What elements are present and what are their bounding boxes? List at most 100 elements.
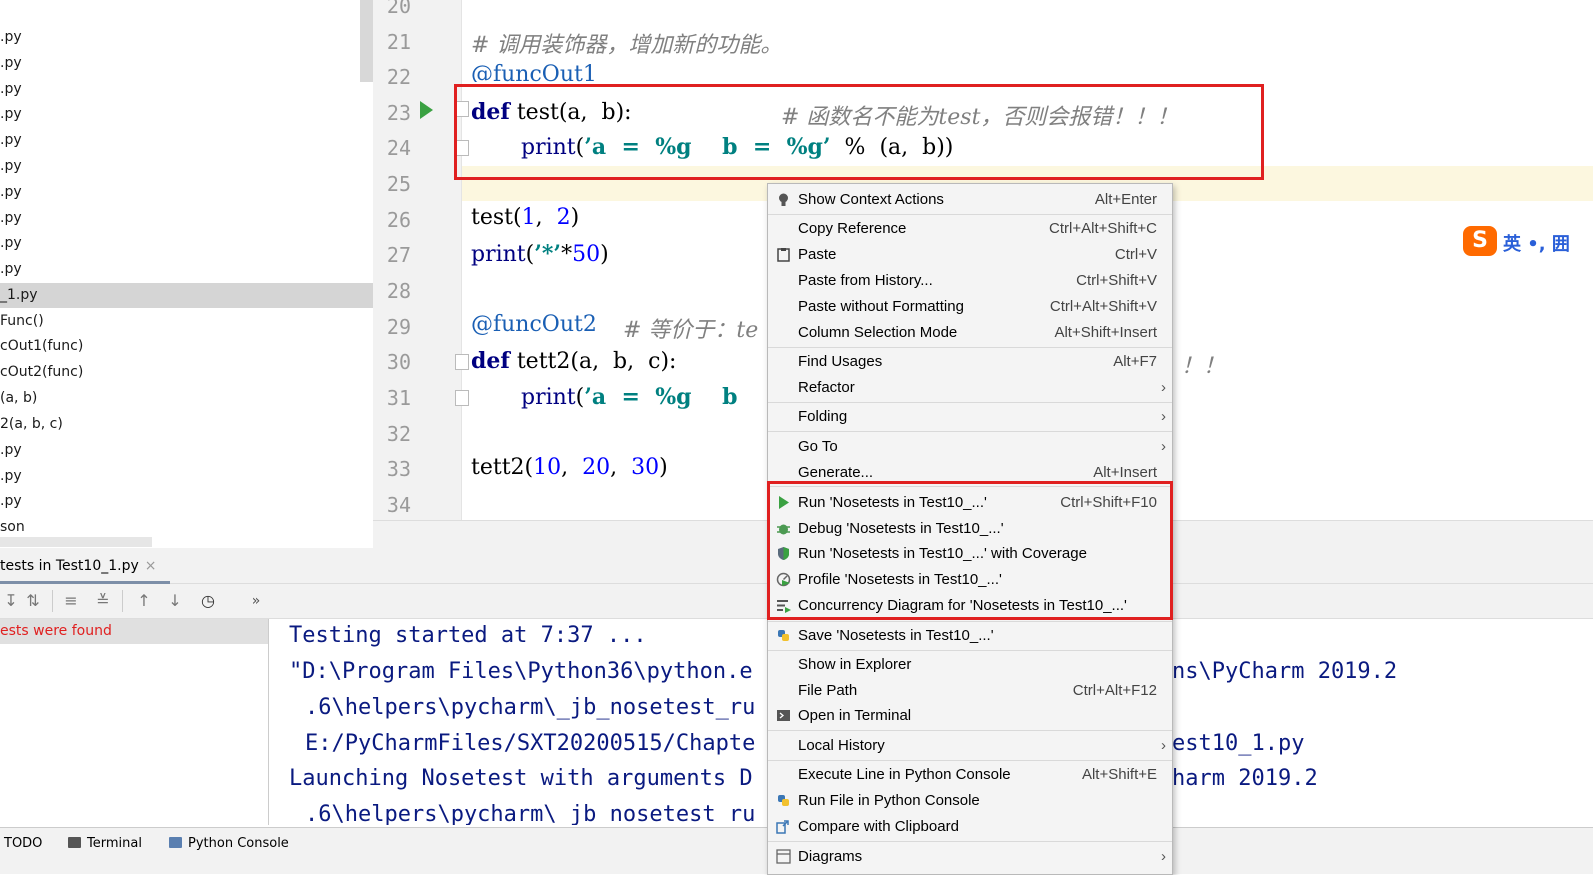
tree-item[interactable]: .py xyxy=(0,51,22,76)
chevron-right-icon: › xyxy=(1161,438,1166,455)
todo-tab[interactable]: TODO xyxy=(4,836,42,851)
tree-item[interactable]: .py xyxy=(0,77,22,102)
previous-failed-icon[interactable]: ↑ xyxy=(133,590,155,612)
sogou-logo-icon: S xyxy=(1463,226,1497,256)
code-line-31: print(’a = %g b xyxy=(521,384,738,410)
chevron-right-icon: › xyxy=(1161,379,1166,396)
project-tree: .py .py .py .py .py .py .py .py .py .py … xyxy=(0,0,373,548)
chevron-right-icon: › xyxy=(1161,737,1166,754)
menu-item-column-selection-mode[interactable]: Column Selection Mode Alt+Shift+Insert xyxy=(768,320,1172,345)
tree-item[interactable]: .py xyxy=(0,206,22,231)
code-line-29: @funcOut2 xyxy=(471,312,597,337)
tree-item[interactable]: .py xyxy=(0,154,22,179)
run-gutter-icon[interactable] xyxy=(420,101,433,119)
diagram-icon xyxy=(776,849,791,864)
highlight-box-code xyxy=(454,84,1264,180)
menu-item-paste-from-history[interactable]: Paste from History... Ctrl+Shift+V xyxy=(768,268,1172,293)
sort-alpha-icon[interactable]: ↧ xyxy=(0,590,22,612)
menu-item-folding[interactable]: Folding › xyxy=(768,404,1172,429)
code-line-33: tett2(10, 20, 30) xyxy=(471,455,668,480)
terminal-icon xyxy=(68,837,81,848)
python-icon xyxy=(778,795,789,806)
line-number: 31 xyxy=(386,386,411,410)
tree-item[interactable]: .py xyxy=(0,25,22,50)
console-line-tail: harm 2019.2 xyxy=(1172,766,1318,791)
menu-item-execute-line-in-console[interactable]: Execute Line in Python Console Alt+Shift+… xyxy=(768,762,1172,787)
test-results-tree: ests were found xyxy=(0,619,269,825)
menu-item-show-context-actions[interactable]: Show Context Actions Alt+Enter xyxy=(768,187,1172,212)
tree-item[interactable]: .py xyxy=(0,180,22,205)
menu-item-compare-with-clipboard[interactable]: Compare with Clipboard xyxy=(768,814,1172,839)
tree-item[interactable]: .py xyxy=(0,464,22,489)
next-failed-icon[interactable]: ↓ xyxy=(164,590,186,612)
menu-item-copy-reference[interactable]: Copy Reference Ctrl+Alt+Shift+C xyxy=(768,216,1172,241)
terminal-tab[interactable]: Terminal xyxy=(68,836,142,851)
line-number: 32 xyxy=(386,422,411,446)
line-number: 28 xyxy=(386,279,411,303)
fold-marker-icon[interactable] xyxy=(455,390,469,406)
code-line-29-comment: # 等价于：te xyxy=(623,318,759,343)
menu-item-file-path[interactable]: File Path Ctrl+Alt+F12 xyxy=(768,678,1172,703)
tree-item[interactable]: 2(a, b, c) xyxy=(0,412,63,437)
tree-item[interactable]: (a, b) xyxy=(0,386,37,411)
menu-item-go-to[interactable]: Go To › xyxy=(768,434,1172,459)
fold-marker-icon[interactable] xyxy=(455,354,469,370)
chevron-right-icon: › xyxy=(1161,408,1166,425)
menu-item-show-in-explorer[interactable]: Show in Explorer xyxy=(768,652,1172,677)
chevron-right-icon: › xyxy=(1161,848,1166,865)
line-number: 29 xyxy=(386,315,411,339)
tree-scrollbar[interactable] xyxy=(360,0,373,82)
line-number: 21 xyxy=(386,30,411,54)
test-status-row[interactable]: ests were found xyxy=(0,619,268,644)
code-line-27: print(’*’*50) xyxy=(471,241,609,267)
menu-item-save-configuration[interactable]: Save 'Nosetests in Test10_...' xyxy=(768,623,1172,648)
console-line: .6\helpers\pycharm\_jb_nosetest_ru xyxy=(305,802,756,825)
line-number: 23 xyxy=(386,101,411,125)
line-number: 34 xyxy=(386,493,411,517)
menu-item-paste[interactable]: Paste Ctrl+V xyxy=(768,242,1172,267)
clipboard-icon xyxy=(777,248,790,262)
tree-item[interactable]: .py xyxy=(0,438,22,463)
expand-all-icon[interactable]: ≡ xyxy=(60,590,82,612)
console-line-tail: est10_1.py xyxy=(1172,731,1305,756)
console-line-tail: ns\PyCharm 2019.2 xyxy=(1172,659,1398,684)
ime-mode-text: 英 •, 囲 xyxy=(1503,234,1570,255)
code-line-26: test(1, 2) xyxy=(471,205,580,230)
menu-item-open-in-terminal[interactable]: Open in Terminal xyxy=(768,703,1172,728)
menu-item-paste-without-formatting[interactable]: Paste without Formatting Ctrl+Alt+Shift+V xyxy=(768,294,1172,319)
tree-item[interactable]: .py xyxy=(0,128,22,153)
tree-item[interactable]: .py xyxy=(0,231,22,256)
menu-item-refactor[interactable]: Refactor › xyxy=(768,375,1172,400)
compare-icon xyxy=(776,820,789,834)
collapse-all-icon[interactable]: ≚ xyxy=(92,590,114,612)
line-number: 26 xyxy=(386,208,411,232)
tree-item-selected[interactable]: _1.py xyxy=(0,283,373,308)
editor-gutter: 20 21 22 23 24 25 26 27 28 29 30 31 32 3… xyxy=(373,0,469,520)
close-icon[interactable]: × xyxy=(145,558,157,574)
run-tab[interactable]: tests in Test10_1.py × xyxy=(0,548,170,584)
line-number: 24 xyxy=(386,136,411,160)
sort-duration-icon[interactable]: ⇅ xyxy=(22,590,44,612)
tree-horizontal-scrollbar[interactable] xyxy=(0,537,152,547)
line-number: 27 xyxy=(386,243,411,267)
tree-item[interactable]: cOut2(func) xyxy=(0,360,83,385)
line-number: 20 xyxy=(386,0,411,18)
bulb-icon xyxy=(779,193,788,206)
python-console-tab[interactable]: Python Console xyxy=(169,836,289,851)
menu-item-diagrams[interactable]: Diagrams › xyxy=(768,844,1172,869)
menu-item-local-history[interactable]: Local History › xyxy=(768,733,1172,758)
more-icon[interactable]: » xyxy=(245,590,267,612)
console-line: Launching Nosetest with arguments D xyxy=(289,766,753,791)
menu-item-find-usages[interactable]: Find Usages Alt+F7 xyxy=(768,349,1172,374)
tree-item[interactable]: Func() xyxy=(0,309,44,334)
tree-item[interactable]: .py xyxy=(0,102,22,127)
tree-item[interactable]: cOut1(func) xyxy=(0,334,83,359)
code-line-22: @funcOut1 xyxy=(471,62,597,82)
history-icon[interactable]: ◷ xyxy=(197,590,219,612)
menu-item-run-file-in-console[interactable]: Run File in Python Console xyxy=(768,788,1172,813)
line-number: 33 xyxy=(386,457,411,481)
ime-indicator[interactable]: S 英 •, 囲 xyxy=(1463,226,1593,260)
tree-item[interactable]: .py xyxy=(0,257,22,282)
tree-item[interactable]: .py xyxy=(0,489,22,514)
python-icon xyxy=(169,837,182,848)
